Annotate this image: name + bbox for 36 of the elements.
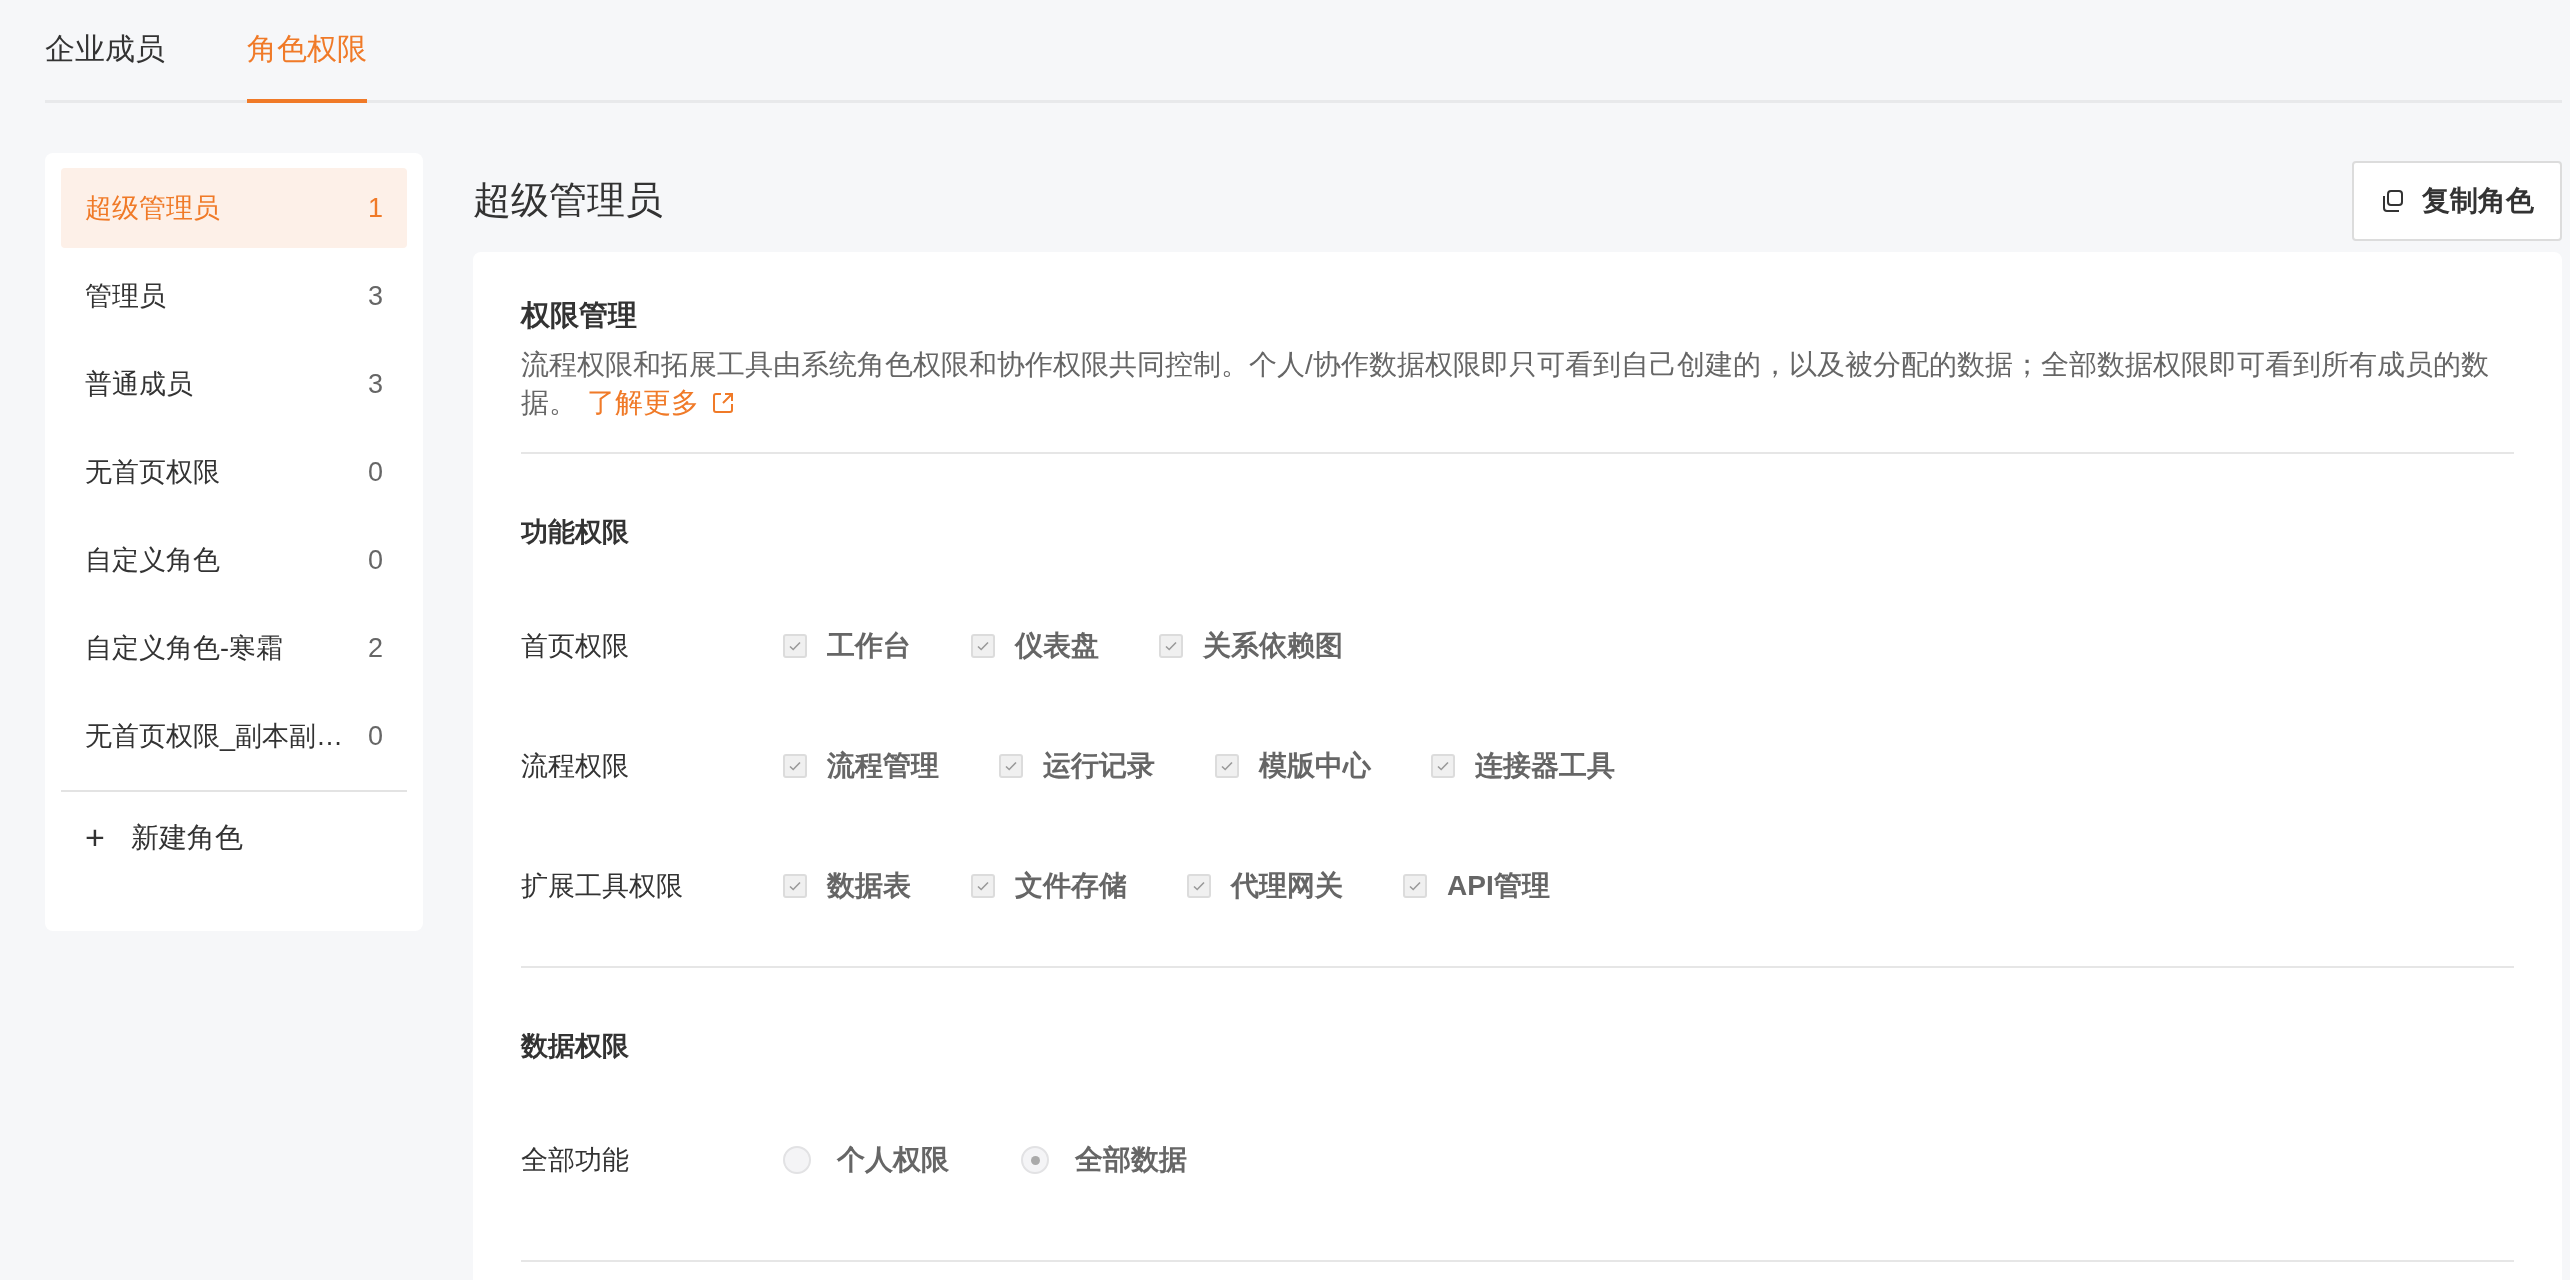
role-name: 自定义角色-寒霜: [85, 632, 283, 665]
new-role-button[interactable]: + 新建角色: [61, 792, 267, 883]
role-count: 2: [367, 632, 383, 664]
copy-icon: [2380, 188, 2404, 213]
role-title: 超级管理员: [473, 178, 663, 223]
external-link-icon: [711, 391, 735, 415]
role-name: 自定义角色: [85, 544, 220, 577]
copy-role-button[interactable]: 复制角色: [2352, 160, 2562, 241]
plus-icon: +: [85, 818, 105, 857]
role-count: 3: [367, 280, 383, 312]
role-count: 0: [367, 544, 383, 576]
section-title: 数据权限: [521, 1030, 630, 1063]
role-item[interactable]: 无首页权限 0: [61, 432, 407, 512]
role-count: 3: [367, 368, 383, 400]
role-count: 1: [367, 192, 383, 224]
permission-label: 扩展工具权限: [521, 870, 684, 903]
role-item[interactable]: 自定义角色-寒霜 2: [61, 608, 407, 688]
new-role-label: 新建角色: [130, 820, 243, 855]
role-count: 0: [367, 456, 383, 488]
section-title: 功能权限: [521, 516, 630, 549]
description-text: 流程权限和拓展工具由系统角色权限和协作权限共同控制。个人/协作数据权限即只可看到自己创建的，以及被分配的数据；全部数据权限即可看到所有成员的数据。 了解更多: [521, 346, 2514, 422]
role-name: 超级管理员: [85, 192, 220, 225]
role-count: 0: [367, 720, 383, 752]
section-title: 权限管理: [521, 298, 638, 333]
permission-label: 流程权限: [521, 750, 630, 783]
role-item[interactable]: 管理员 3: [61, 256, 407, 336]
role-name: 管理员: [85, 280, 166, 313]
role-item[interactable]: 无首页权限_副本副… 0: [61, 696, 407, 776]
tab[interactable]: 企业成员: [45, 0, 165, 103]
role-item[interactable]: 普通成员 3: [61, 344, 407, 424]
role-name: 无首页权限: [85, 456, 220, 489]
permission-label: 首页权限: [521, 630, 630, 663]
role-name: 普通成员: [85, 368, 193, 401]
role-item[interactable]: 自定义角色 0: [61, 520, 407, 600]
role-name: 无首页权限_副本副…: [85, 720, 344, 753]
permission-label: 全部功能: [521, 1144, 630, 1177]
